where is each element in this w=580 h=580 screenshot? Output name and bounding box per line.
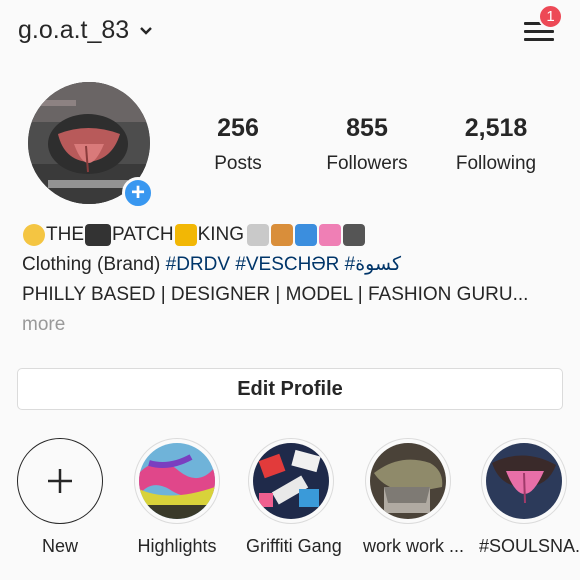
shirt-emoji-icon	[319, 224, 342, 246]
patch-emoji-icon	[85, 224, 111, 246]
bio-text: THE	[46, 224, 84, 245]
bio-text: KING	[197, 224, 245, 245]
highlight-label: Highlights	[137, 536, 217, 556]
new-highlight-ring	[17, 438, 103, 524]
palette-emoji-icon	[271, 224, 294, 246]
highlight-thumbnail	[139, 443, 215, 519]
highlight-ring	[365, 438, 451, 524]
bio-line-2: Clothing (Brand) #DRDV #VESCHƏR #كسوة	[22, 250, 562, 280]
plus-icon	[48, 469, 72, 493]
posts-value: 256	[217, 114, 259, 142]
highlight-thumbnail	[486, 443, 562, 519]
highlight-item[interactable]: work work ...	[363, 438, 465, 557]
scissors-emoji-icon	[247, 224, 270, 246]
highlight-ring	[248, 438, 334, 524]
following-value: 2,518	[464, 114, 528, 142]
followers-count[interactable]: 855 Followers	[315, 114, 419, 175]
highlight-thumbnail	[370, 443, 446, 519]
posts-label: Posts	[214, 153, 262, 174]
highlight-label: New	[41, 536, 78, 556]
bio-text: PATCH	[112, 224, 174, 245]
highlight-label: work work ...	[363, 536, 465, 556]
highlight-label: #SOULSNA...	[479, 536, 580, 556]
notification-badge: 1	[538, 4, 563, 29]
bio-line-1: THE PATCH KING	[22, 220, 562, 250]
more-link[interactable]: more	[22, 310, 562, 340]
camera-emoji-icon	[343, 224, 366, 246]
following-label: Following	[455, 153, 537, 174]
profile-bio: THE PATCH KING Clothing (Brand) #DRDV #V…	[22, 220, 562, 340]
following-count[interactable]: 2,518 Following	[447, 114, 545, 175]
hashtag-link[interactable]: #DRDV	[166, 254, 230, 275]
highlight-thumbnail	[253, 443, 329, 519]
add-story-icon[interactable]: +	[122, 177, 154, 209]
profile-avatar[interactable]: +	[28, 82, 154, 209]
highlight-item[interactable]: Highlights	[132, 438, 222, 557]
highlight-item[interactable]: #SOULSNA...	[479, 438, 580, 557]
hashtag-link[interactable]: #كسوة	[345, 254, 401, 275]
crown-emoji-icon	[174, 224, 197, 246]
chevron-down-icon	[140, 26, 153, 35]
top-bar: g.o.a.t_83 1	[0, 0, 580, 62]
hamburger-icon-bar	[524, 30, 554, 33]
highlight-ring	[481, 438, 567, 524]
username-label: g.o.a.t_83	[18, 16, 130, 44]
bio-line-3: PHILLY BASED | DESIGNER | MODEL | FASHIO…	[22, 284, 529, 305]
highlight-label: Griffiti Gang	[246, 536, 342, 556]
posts-count[interactable]: 256 Posts	[199, 114, 277, 175]
nerd-face-emoji-icon	[23, 224, 45, 246]
followers-label: Followers	[326, 153, 408, 174]
followers-value: 855	[346, 114, 388, 142]
hamburger-icon-bar	[524, 38, 554, 41]
bio-category: Clothing (Brand)	[22, 254, 166, 275]
edit-profile-button[interactable]: Edit Profile	[17, 368, 563, 410]
tshirt-emoji-icon	[295, 224, 318, 246]
highlight-item[interactable]: Griffiti Gang	[246, 438, 342, 557]
highlight-ring	[134, 438, 220, 524]
account-switcher[interactable]: g.o.a.t_83	[18, 16, 153, 45]
highlight-new[interactable]: New	[15, 438, 105, 557]
hashtag-link[interactable]: #VESCHƏR	[235, 254, 339, 275]
